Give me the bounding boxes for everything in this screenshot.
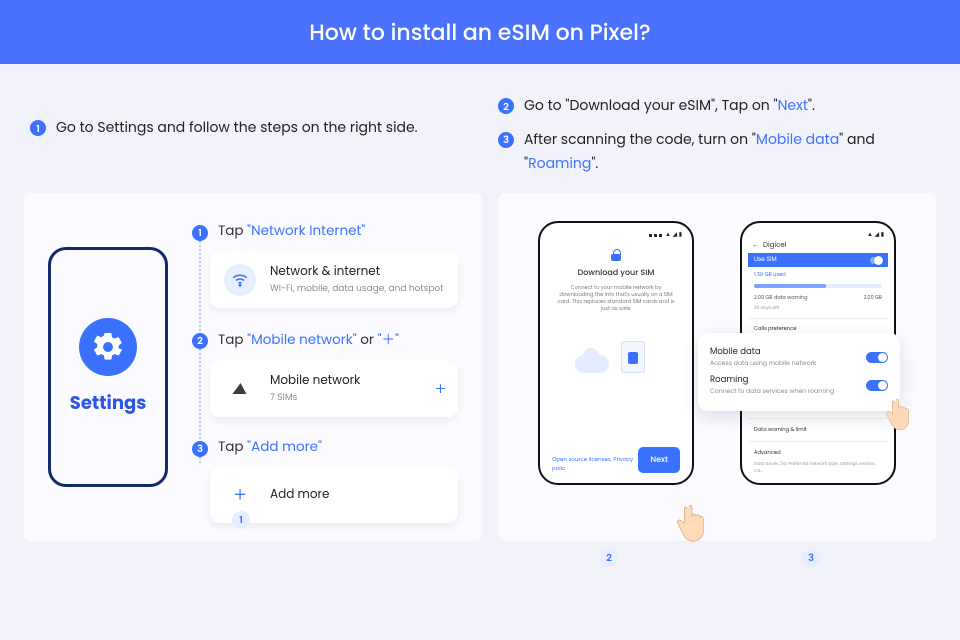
plus-icon: +	[224, 479, 256, 511]
sim-illustration	[573, 339, 659, 377]
highlight: Mobile data	[756, 129, 839, 149]
card-title: Mobile network	[270, 372, 360, 390]
toggle-on-icon[interactable]	[866, 352, 888, 363]
lock-icon	[611, 249, 621, 261]
mobile-network-card[interactable]: Mobile network 7 SIMs +	[210, 360, 458, 417]
roaming-row[interactable]: Roaming Connect to data services when ro…	[710, 373, 888, 397]
data-used: 1.39 GB used	[748, 267, 888, 282]
status-bar: ▲ ◢ ▮	[748, 231, 888, 239]
intro-item-2: 2 Go to "Download your eSIM", Tap on "Ne…	[498, 94, 930, 118]
data-limit-label[interactable]: Data warning & limit	[748, 423, 888, 437]
toggle-on-icon[interactable]	[870, 257, 882, 264]
intro-item-1: 1 Go to Settings and follow the steps on…	[30, 116, 462, 140]
step-heading: 2 Tap "Mobile network" or "＋"	[192, 328, 458, 350]
advanced-label[interactable]: Advanced	[748, 446, 888, 460]
highlight: Next	[778, 95, 808, 115]
next-button[interactable]: Next	[638, 447, 680, 473]
toggle-on-icon[interactable]	[866, 380, 888, 391]
signal-icon	[224, 373, 256, 405]
intro-text: After scanning the code, turn on "Mobile…	[524, 128, 930, 176]
intro-right: 2 Go to "Download your eSIM", Tap on "Ne…	[498, 94, 930, 175]
intro-text: Go to "Download your eSIM", Tap on "Next…	[524, 94, 815, 118]
mobile-data-title: Mobile data	[710, 345, 816, 358]
step-list: 1 Tap "Network Internet" Network & inter…	[192, 221, 458, 523]
days-left: 30 days left	[748, 304, 888, 314]
phone-mock-settings: Settings	[48, 247, 168, 487]
step-badge: 2	[498, 98, 514, 114]
step-heading: 3 Tap "Add more"	[192, 437, 458, 457]
legal-links[interactable]: Open source licenses, Privacy polic	[552, 455, 638, 473]
intro-section: 1 Go to Settings and follow the steps on…	[0, 64, 960, 189]
card-title: Network & internet	[270, 263, 443, 281]
download-footer: Open source licenses, Privacy polic Next	[552, 447, 680, 473]
step-badge: 2	[192, 333, 208, 349]
phone-sim-settings: ▲ ◢ ▮ ← Digicel Use SIM 1.39 GB used 2.0…	[740, 221, 896, 523]
phone-shell: ▲ ◢ ▮ Download your SIM Connect to your …	[538, 221, 694, 485]
plus-icon[interactable]: +	[435, 376, 446, 402]
carrier-name: Digicel	[763, 241, 786, 251]
mobile-data-sub: Access data using mobile network	[710, 359, 816, 369]
step-badge: 3	[498, 132, 514, 148]
card-title: Add more	[270, 486, 329, 504]
status-bar: ▲ ◢ ▮	[546, 231, 686, 239]
gear-icon	[79, 318, 137, 376]
page-header: How to install an eSIM on Pixel?	[0, 0, 960, 64]
step-3: 3 Tap "Add more" + Add more	[192, 437, 458, 523]
step-badge: 3	[192, 441, 208, 457]
page-title: How to install an eSIM on Pixel?	[309, 16, 650, 49]
carrier-row: ← Digicel	[748, 239, 888, 253]
left-panel: Settings 1 Tap "Network Internet" Networ…	[24, 193, 482, 541]
right-panel: ▲ ◢ ▮ Download your SIM Connect to your …	[498, 193, 936, 541]
mobile-data-row[interactable]: Mobile data Access data using mobile net…	[710, 345, 888, 369]
download-subtitle: Connect to your mobile network by downlo…	[556, 284, 676, 312]
step-heading: 1 Tap "Network Internet"	[192, 221, 458, 241]
hand-cursor-icon	[670, 503, 712, 545]
advanced-sub: Data Saver, 5G, Preferred network type, …	[748, 460, 888, 477]
step-badge: 1	[192, 225, 208, 241]
intro-left: 1 Go to Settings and follow the steps on…	[30, 94, 462, 175]
back-icon[interactable]: ←	[752, 241, 759, 251]
highlight: Roaming	[528, 153, 591, 173]
hand-cursor-icon	[880, 397, 916, 433]
network-internet-card[interactable]: Network & internet Wi-Fi, mobile, data u…	[210, 251, 458, 308]
step-1: 1 Tap "Network Internet" Network & inter…	[192, 221, 458, 308]
use-sim-row[interactable]: Use SIM	[748, 253, 888, 266]
phone-download-sim: ▲ ◢ ▮ Download your SIM Connect to your …	[538, 221, 694, 523]
panels: Settings 1 Tap "Network Internet" Networ…	[0, 189, 960, 561]
intro-text: Go to Settings and follow the steps on t…	[56, 116, 418, 140]
step-badge: 1	[30, 120, 46, 136]
step-2: 2 Tap "Mobile network" or "＋" Mobile net…	[192, 328, 458, 417]
download-title: Download your SIM	[552, 267, 680, 279]
card-subtitle: Wi-Fi, mobile, data usage, and hotspot	[270, 283, 443, 296]
roaming-sub: Connect to data services when roaming	[710, 387, 834, 397]
data-row: 2.00 GB data warning2.00 GB	[748, 292, 888, 304]
card-subtitle: 7 SIMs	[270, 392, 360, 405]
roaming-title: Roaming	[710, 373, 834, 386]
panel-number-2: 2	[600, 549, 618, 567]
toggle-callout: Mobile data Access data using mobile net…	[698, 333, 900, 411]
panel-number-3: 3	[802, 549, 820, 567]
panel-number-1: 1	[232, 511, 250, 529]
phone-mock-label: Settings	[70, 390, 146, 417]
wifi-icon	[224, 264, 256, 296]
intro-item-3: 3 After scanning the code, turn on "Mobi…	[498, 128, 930, 176]
data-progress	[754, 284, 882, 288]
